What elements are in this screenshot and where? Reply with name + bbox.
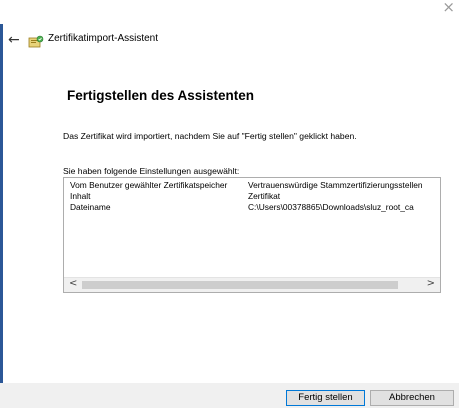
- cancel-button[interactable]: Abbrechen: [370, 390, 454, 406]
- setting-value: C:\Users\00378865\Downloads\sluz_root_ca: [248, 202, 414, 212]
- finish-button[interactable]: Fertig stellen: [286, 390, 365, 406]
- setting-key: Vom Benutzer gewählter Zertifikatspeiche…: [70, 180, 228, 190]
- page-heading: Fertigstellen des Assistenten: [67, 88, 255, 103]
- setting-value: Vertrauenswürdige Stammzertifizierungsst…: [248, 180, 423, 190]
- settings-listbox[interactable]: Vom Benutzer gewählter Zertifikatspeiche…: [63, 177, 441, 293]
- description-text: Das Zertifikat wird importiert, nachdem …: [63, 131, 357, 141]
- wizard-title: Zertifikatimport-Assistent: [48, 33, 159, 44]
- scroll-right-icon[interactable]: >: [427, 278, 435, 289]
- close-icon[interactable]: ×: [442, 0, 455, 16]
- window-edge: [0, 0, 3, 408]
- setting-key: Dateiname: [70, 202, 111, 212]
- setting-key: Inhalt: [70, 191, 91, 201]
- certificate-wizard-icon: [28, 34, 44, 48]
- scroll-left-icon[interactable]: <: [69, 278, 77, 289]
- setting-value: Zertifikat: [248, 191, 281, 201]
- back-arrow-icon[interactable]: ←: [8, 32, 20, 48]
- horizontal-scrollbar[interactable]: < >: [64, 277, 440, 292]
- scrollbar-thumb[interactable]: [82, 281, 398, 289]
- settings-list-label: Sie haben folgende Einstellungen ausgewä…: [63, 166, 240, 176]
- wizard-header: ← Zertifikatimport-Assistent: [0, 24, 459, 58]
- title-bar: [0, 0, 459, 24]
